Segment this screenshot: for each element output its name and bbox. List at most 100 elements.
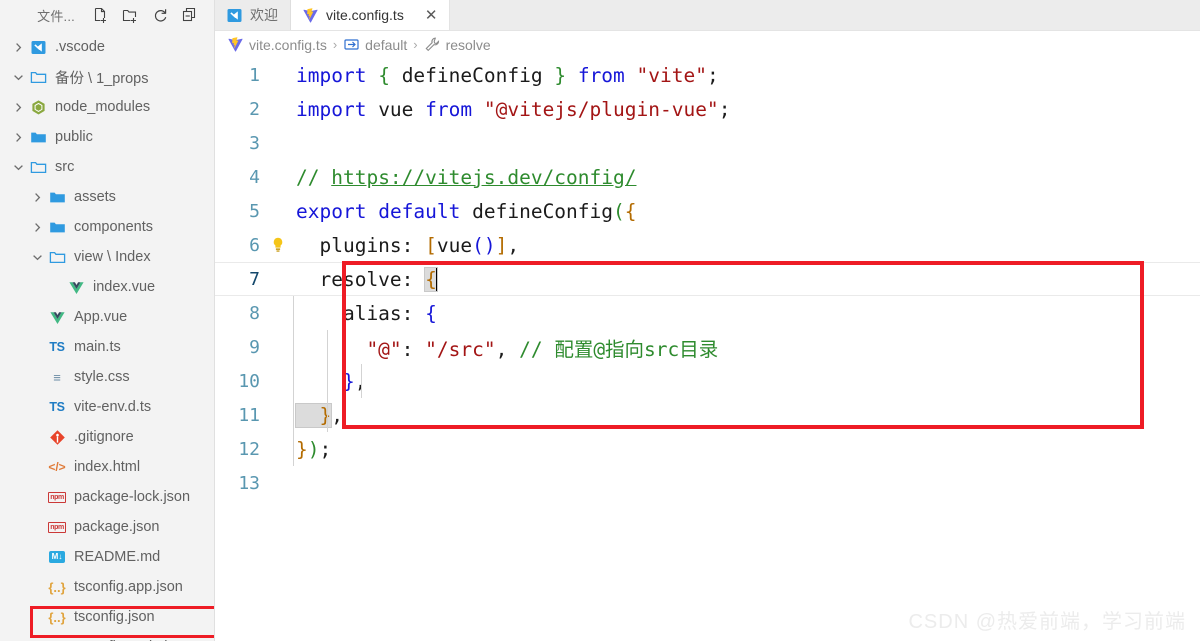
file-tree-item[interactable]: {..} tsconfig.app.json [0,572,214,602]
json-icon: {..} [47,578,67,596]
file-tree-item-label: index.html [74,459,141,475]
chevron-right-icon[interactable] [10,129,27,146]
chevron-down-icon[interactable] [10,159,27,176]
file-tree-item-label: package.json [74,519,160,535]
file-tree-item-label: components [74,219,153,235]
file-tree-item[interactable]: {..} tsconfig.json [0,602,214,632]
file-tree-item[interactable]: index.vue [0,272,214,302]
chevron-right-icon: › [413,37,418,52]
code-line[interactable]: 5 export default defineConfig({ [215,194,1200,228]
file-tree-item-label: style.css [74,369,130,385]
file-tree-item[interactable]: M↓ README.md [0,542,214,572]
file-tree-item[interactable]: node_modules [0,92,214,122]
code-line[interactable]: 9 "@": "/src", // 配置@指向src目录 [215,330,1200,364]
css-badge: ≡ [53,369,61,385]
file-tree-item-label: tsconfig.json [74,609,155,625]
file-tree-item[interactable]: view \ Index [0,242,214,272]
file-tree-item-label: tsconfig.app.json [74,579,183,595]
file-tree[interactable]: .vscode 备份 \ 1_props node_modulespublic src… [0,30,214,641]
editor-tab[interactable]: 欢迎 [215,0,291,30]
code-line[interactable]: 11 }, [215,398,1200,432]
new-folder-icon[interactable] [121,6,140,25]
breadcrumb-item[interactable]: vite.config.ts [227,36,327,53]
file-tree-item[interactable]: src [0,152,214,182]
code-line[interactable]: 2 import vue from "@vitejs/plugin-vue"; [215,92,1200,126]
file-tree-item-label: App.vue [74,309,128,325]
folder [47,188,67,206]
code-lines[interactable]: 1 import { defineConfig } from "vite"; 2 im… [215,58,1200,500]
text-cursor [435,267,438,291]
file-tree-item-label: vite-env.d.ts [74,399,152,415]
breadcrumb-item[interactable]: resolve [424,36,491,53]
code-line[interactable]: 8 alias: { [215,296,1200,330]
refresh-icon[interactable] [151,6,170,25]
breadcrumb-item-label: default [365,36,408,53]
file-tree-item[interactable]: ≡ style.css [0,362,214,392]
vite-icon [227,36,244,53]
json-icon: {..} [47,608,67,626]
code-line[interactable]: 12}); [215,432,1200,466]
tab-bar: 欢迎 vite.config.ts ✕ [215,0,1200,31]
file-tree-item[interactable]: public [0,122,214,152]
code-line[interactable]: 3 [215,126,1200,160]
folder-open [47,248,67,266]
file-tree-item-label: README.md [74,549,161,565]
file-tree-item[interactable]: TS main.ts [0,332,214,362]
code-line[interactable]: 10 }, [215,364,1200,398]
file-tree-item[interactable]: .gitignore [0,422,214,452]
code-line[interactable]: 1 import { defineConfig } from "vite"; [215,58,1200,92]
ts-icon: TS [47,338,67,356]
folder-open [28,158,48,176]
chevron-right-icon[interactable] [29,219,46,236]
lightbulb-icon[interactable] [268,237,288,253]
chevron-right-icon[interactable] [29,189,46,206]
file-tree-item-label: 备份 \ 1_props [55,70,149,87]
file-tree-item[interactable]: npm package-lock.json [0,482,214,512]
file-tree-item[interactable]: .vscode [0,32,214,62]
file-tree-item[interactable]: TS vite-env.d.ts [0,392,214,422]
file-tree-item[interactable]: 备份 \ 1_props [0,62,214,92]
editor-tab[interactable]: vite.config.ts ✕ [291,0,451,30]
folder [47,218,67,236]
npm-icon: npm [47,488,67,506]
code-line[interactable]: 13 [215,466,1200,500]
npm-icon: npm [47,518,67,536]
code-text: alias: { [296,301,437,325]
close-icon[interactable]: ✕ [425,8,438,23]
file-tree-item-label: package-lock.json [74,489,191,505]
breadcrumb-item-label: resolve [445,36,491,53]
css-icon: ≡ [47,368,67,386]
file-tree-item[interactable]: App.vue [0,302,214,332]
line-number: 4 [249,166,260,188]
code-line[interactable]: 6 plugins: [vue()], [215,228,1200,262]
npm-badge: npm [48,491,66,503]
chevron-down-icon[interactable] [29,249,46,266]
html-badge: </> [48,460,66,474]
breadcrumb-item-label: vite.config.ts [249,36,327,53]
chevron-right-icon[interactable] [10,39,27,56]
file-tree-item-label: public [55,129,93,145]
line-number: 5 [249,200,260,222]
collapse-all-icon[interactable] [181,6,200,25]
file-tree-item[interactable]: npm package.json [0,512,214,542]
chevron-right-icon[interactable] [10,99,27,116]
new-file-icon[interactable] [91,6,110,25]
json-badge: {..} [48,609,66,625]
file-tree-item[interactable]: components [0,212,214,242]
line-number: 2 [249,98,260,120]
breadcrumb-item[interactable]: default [343,36,407,53]
markdown-badge: M↓ [49,551,65,563]
file-tree-item[interactable]: assets [0,182,214,212]
vscode-icon [28,38,48,56]
file-tree-item[interactable]: </> index.html [0,452,214,482]
vue-icon [47,308,67,326]
breadcrumb[interactable]: vite.config.ts › default › resolve [215,31,1200,58]
explorer-sidebar: 文件... .vscode 备份 \ 1_props node_modules … [0,0,215,641]
npm-badge: npm [48,521,66,533]
code-line[interactable]: 7 resolve: { [215,262,1200,296]
file-tree-item[interactable]: {..}tsconfig.node.json [0,632,214,641]
chevron-down-icon[interactable] [10,69,27,86]
code-line[interactable]: 4 // https://vitejs.dev/config/ [215,160,1200,194]
vscode-icon [226,7,243,24]
code-editor[interactable]: 1 import { defineConfig } from "vite"; 2 im… [215,58,1200,641]
